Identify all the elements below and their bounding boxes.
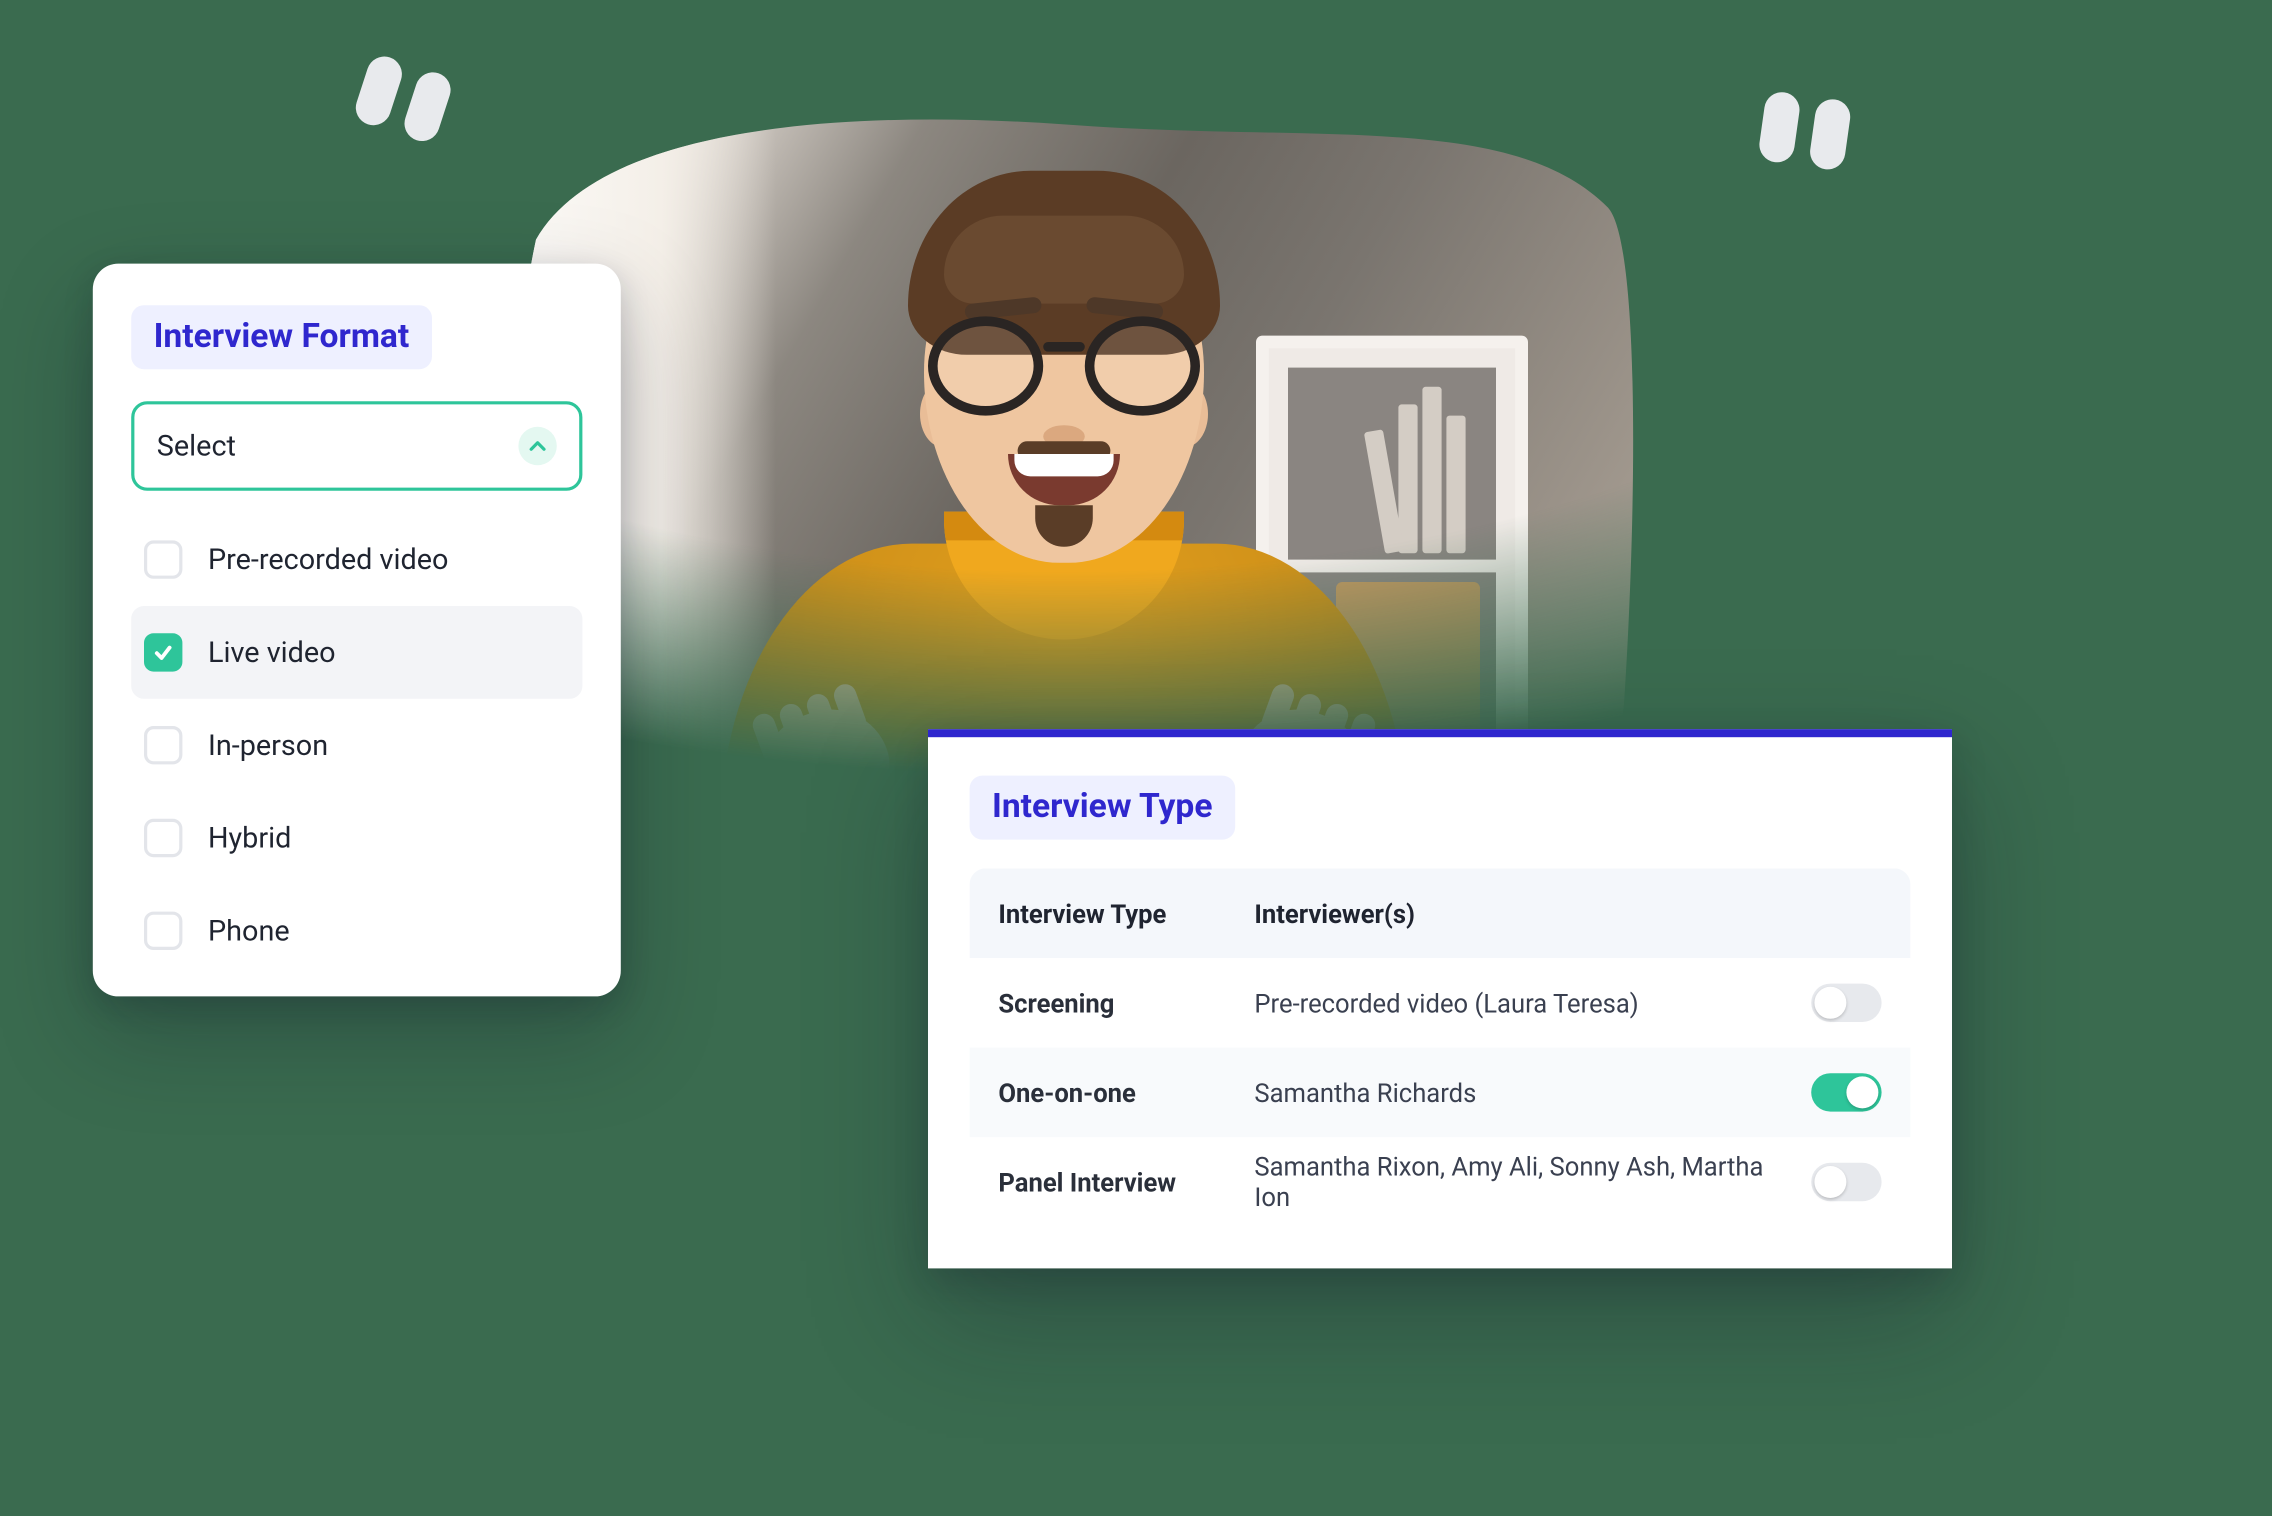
format-option-label: Pre-recorded video (208, 543, 448, 577)
checkbox-icon[interactable] (144, 726, 182, 764)
decorative-quote-right-icon (1757, 90, 1852, 172)
interview-format-title: Interview Format (131, 305, 431, 369)
format-option-label: In-person (208, 728, 328, 762)
format-option[interactable]: Phone (131, 884, 582, 977)
format-option-list: Pre-recorded video Live video In-person Hyb… (131, 513, 582, 977)
header-interviewers: Interviewer(s) (1254, 898, 1785, 928)
row-interviewers: Pre-recorded video (Laura Teresa) (1254, 988, 1785, 1018)
interview-type-table: Interview Type Interviewer(s) ScreeningP… (970, 868, 1911, 1226)
row-toggle[interactable] (1811, 1163, 1881, 1201)
format-option-label: Phone (208, 914, 290, 948)
interview-type-title: Interview Type (970, 776, 1235, 840)
row-type: Screening (998, 988, 1254, 1018)
format-select-placeholder: Select (157, 429, 236, 463)
chevron-up-icon (518, 427, 556, 465)
row-interviewers: Samantha Richards (1254, 1077, 1785, 1107)
interview-format-card: Interview Format Select Pre-recorded vid… (93, 264, 621, 997)
checkbox-icon[interactable] (144, 540, 182, 578)
row-toggle[interactable] (1811, 984, 1881, 1022)
format-option-label: Hybrid (208, 821, 291, 855)
format-select-trigger[interactable]: Select (131, 401, 582, 491)
header-type: Interview Type (998, 898, 1254, 928)
format-option-label: Live video (208, 636, 336, 670)
checkbox-icon[interactable] (144, 912, 182, 950)
row-type: Panel Interview (998, 1167, 1254, 1197)
table-row: Panel InterviewSamantha Rixon, Amy Ali, … (970, 1137, 1911, 1227)
format-option[interactable]: Hybrid (131, 792, 582, 885)
row-toggle[interactable] (1811, 1073, 1881, 1111)
table-row: One-on-oneSamantha Richards (970, 1048, 1911, 1138)
row-interviewers: Samantha Rixon, Amy Ali, Sonny Ash, Mart… (1254, 1152, 1785, 1213)
format-option[interactable]: Live video (131, 606, 582, 699)
interview-type-card: Interview Type Interview Type Interviewe… (928, 729, 1952, 1268)
row-type: One-on-one (998, 1077, 1254, 1107)
decorative-quote-left-icon (351, 52, 455, 146)
checkbox-icon[interactable] (144, 633, 182, 671)
format-option[interactable]: In-person (131, 699, 582, 792)
table-header-row: Interview Type Interviewer(s) (970, 868, 1911, 958)
format-option[interactable]: Pre-recorded video (131, 513, 582, 606)
checkbox-icon[interactable] (144, 819, 182, 857)
table-row: ScreeningPre-recorded video (Laura Teres… (970, 958, 1911, 1048)
